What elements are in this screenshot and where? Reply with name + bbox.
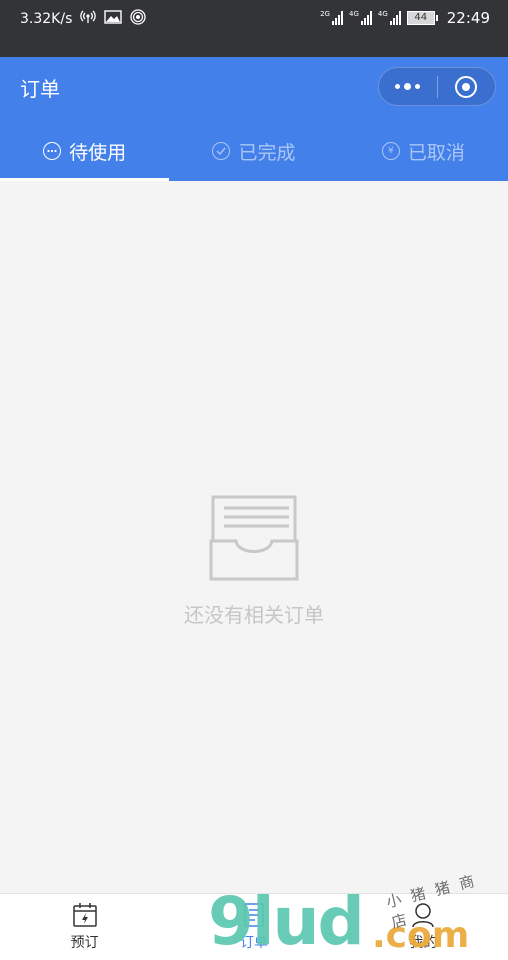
status-right: 2G 4G 4G 44 22:49 bbox=[320, 9, 490, 27]
bottom-tabbar: 预订 订单 我的 bbox=[0, 893, 508, 960]
clock: 22:49 bbox=[446, 9, 490, 27]
tabbar-item-booking[interactable]: 预订 bbox=[0, 894, 169, 960]
status-left: 3.32K/s bbox=[20, 9, 147, 29]
status-bar: 3.32K/s 2G 4G 4G 44 22:49 bbox=[0, 0, 508, 57]
tab-pending[interactable]: 待使用 bbox=[0, 121, 170, 181]
page-title: 订单 bbox=[20, 77, 60, 101]
target-icon bbox=[455, 75, 478, 98]
tab-label: 待使用 bbox=[69, 141, 127, 164]
tabbar-label: 预订 bbox=[70, 935, 99, 951]
app-header: 订单 待使用 已完成 ¥ 已取消 bbox=[0, 57, 508, 181]
gallery-icon bbox=[104, 10, 123, 28]
mini-program-capsule bbox=[378, 67, 496, 106]
network-type-label: 2G bbox=[320, 10, 330, 18]
tabbar-item-orders[interactable]: 订单 bbox=[169, 894, 338, 960]
tab-label: 已取消 bbox=[407, 141, 465, 164]
empty-state-text: 还没有相关订单 bbox=[184, 603, 324, 627]
broadcast-icon bbox=[130, 9, 147, 29]
more-circle-icon bbox=[43, 142, 62, 160]
network-speed: 3.32K/s bbox=[20, 11, 73, 27]
tab-cancelled[interactable]: ¥ 已取消 bbox=[339, 121, 508, 181]
order-status-tabs: 待使用 已完成 ¥ 已取消 bbox=[0, 121, 508, 181]
tab-label: 已完成 bbox=[238, 141, 296, 164]
signal-icon: 4G bbox=[378, 11, 401, 25]
signal-icon: 2G bbox=[320, 11, 343, 25]
empty-state: 还没有相关订单 bbox=[0, 493, 508, 628]
tabbar-label: 我的 bbox=[409, 935, 438, 951]
hotspot-icon bbox=[80, 10, 97, 28]
battery-icon: 44 bbox=[406, 11, 438, 25]
check-circle-icon bbox=[212, 142, 231, 160]
profile-icon bbox=[412, 903, 435, 928]
signal-icon: 4G bbox=[349, 11, 372, 25]
tab-completed[interactable]: 已完成 bbox=[169, 121, 338, 181]
network-type-label: 4G bbox=[377, 10, 388, 18]
more-dots-icon bbox=[395, 83, 421, 90]
tabbar-label: 订单 bbox=[239, 935, 268, 951]
tabbar-item-profile[interactable]: 我的 bbox=[339, 894, 508, 960]
empty-inbox-icon bbox=[209, 495, 299, 581]
calendar-icon bbox=[72, 903, 97, 927]
order-list-icon bbox=[244, 903, 264, 927]
close-mini-program-button[interactable] bbox=[438, 68, 496, 105]
more-button[interactable] bbox=[379, 68, 437, 105]
network-type-label: 4G bbox=[348, 10, 359, 18]
yen-circle-icon: ¥ bbox=[381, 142, 400, 160]
